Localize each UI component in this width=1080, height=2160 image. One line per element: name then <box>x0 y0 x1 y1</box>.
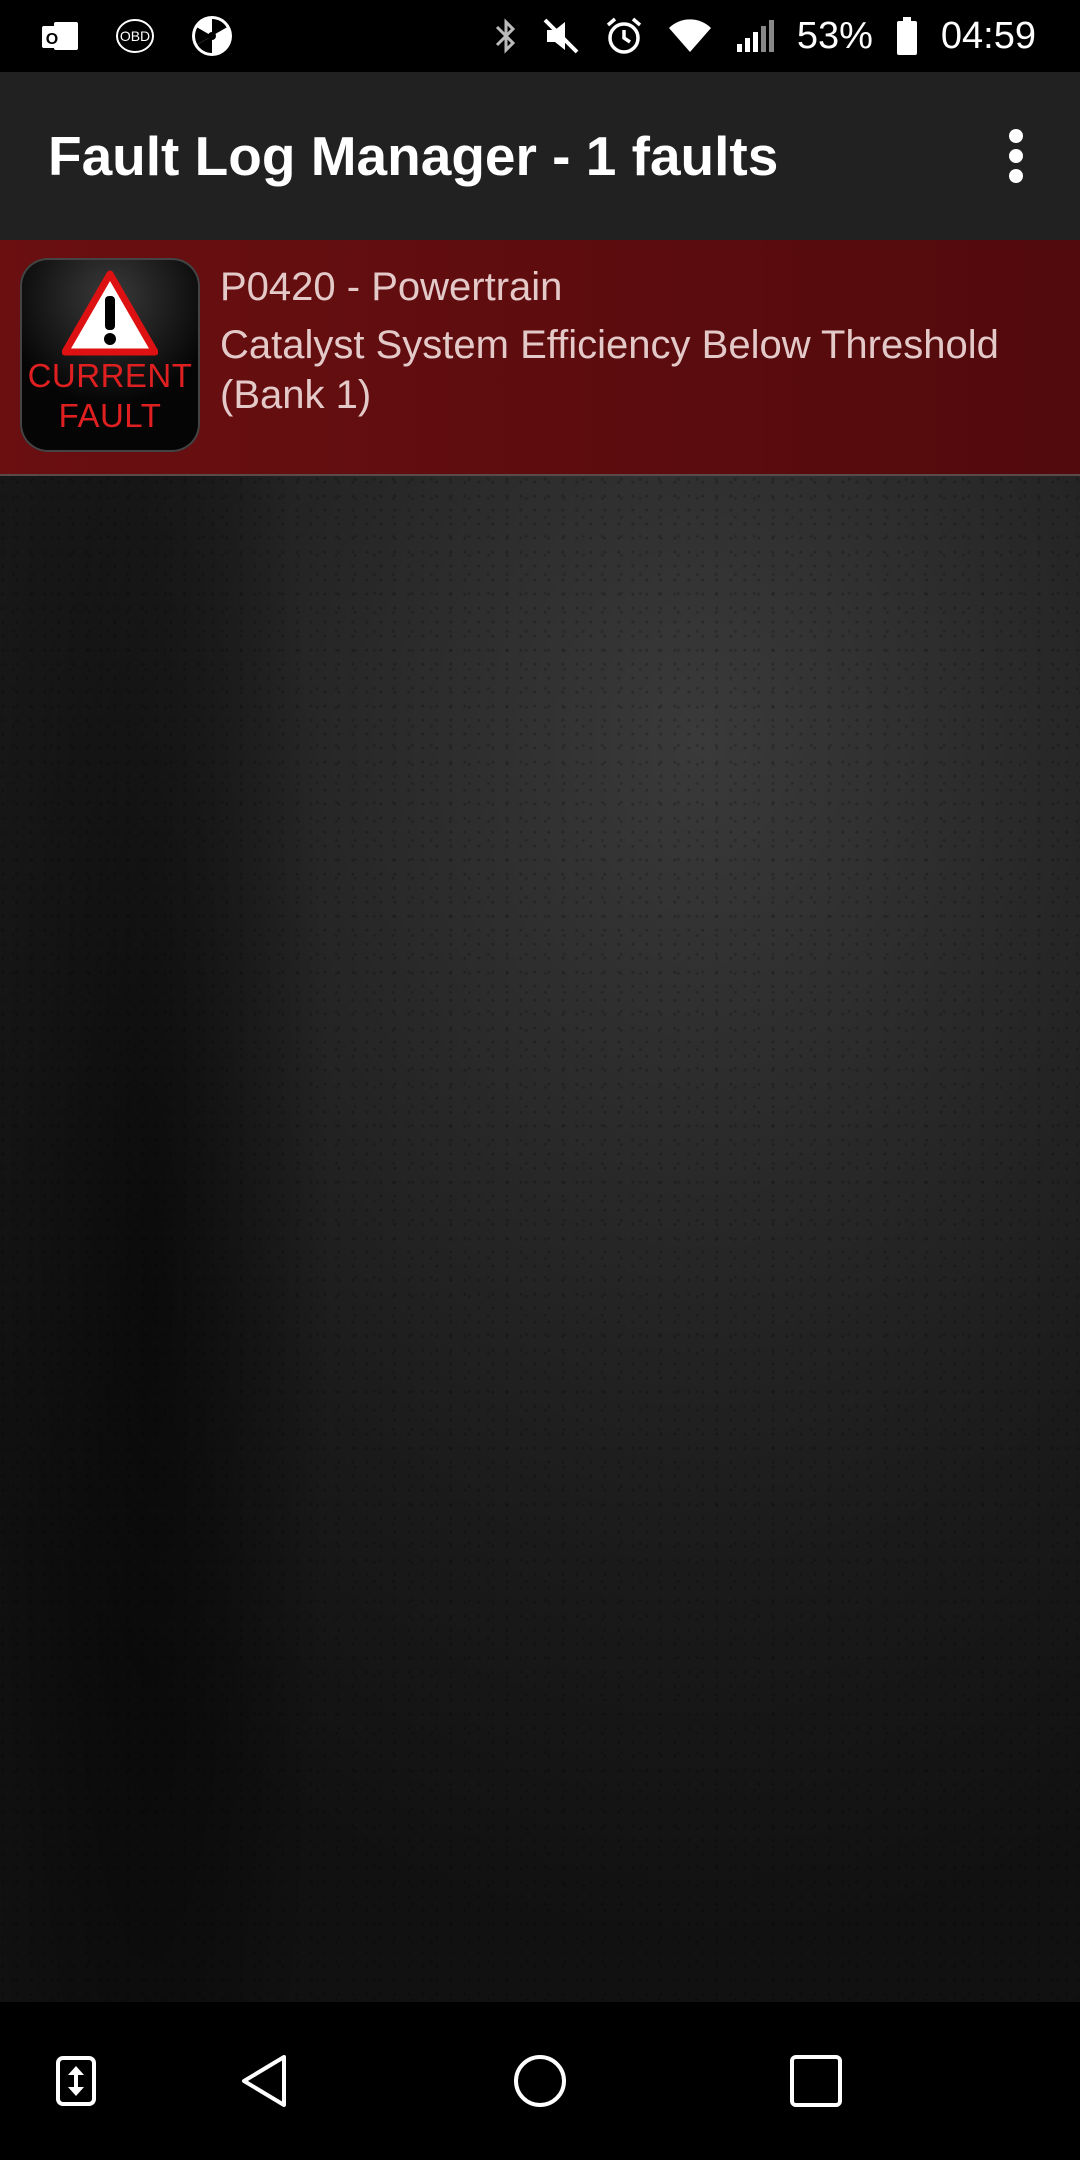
fault-list: CURRENT FAULT P0420 - Powertrain Catalys… <box>0 240 1080 2002</box>
status-left-icons: O OBD <box>0 14 234 58</box>
fault-text: P0420 - Powertrain Catalyst System Effic… <box>220 262 1080 420</box>
status-right-icons: 53% 04:59 <box>493 15 1080 58</box>
home-icon <box>514 2055 566 2107</box>
app-bar: Fault Log Manager - 1 faults <box>0 72 1080 240</box>
recents-icon <box>790 2055 842 2107</box>
status-bar: O OBD 53% 04:59 <box>0 0 1080 72</box>
svg-text:OBD: OBD <box>120 28 150 44</box>
more-vert-icon <box>1009 129 1023 183</box>
recents-button[interactable] <box>776 2002 856 2160</box>
screen-swap-button[interactable] <box>40 2002 112 2160</box>
overflow-menu-button[interactable] <box>976 106 1056 206</box>
warning-icon <box>62 270 158 356</box>
fault-list-item[interactable]: CURRENT FAULT P0420 - Powertrain Catalys… <box>0 240 1080 476</box>
page-title: Fault Log Manager - 1 faults <box>48 125 779 187</box>
radiation-icon <box>190 14 234 58</box>
battery-icon <box>895 16 919 56</box>
svg-text:O: O <box>46 31 58 48</box>
signal-icon <box>735 18 775 54</box>
home-button[interactable] <box>500 2002 580 2160</box>
battery-percent: 53% <box>796 14 873 57</box>
mute-icon <box>541 16 581 56</box>
nav-bar <box>0 2002 1080 2160</box>
fault-code: P0420 - Powertrain <box>220 265 563 309</box>
fault-description: Catalyst System Efficiency Below Thresho… <box>220 323 999 417</box>
obd-icon: OBD <box>114 16 156 56</box>
alarm-icon <box>603 15 645 57</box>
outlook-icon: O <box>40 18 80 54</box>
clock-time: 04:59 <box>940 14 1036 57</box>
badge-line1: CURRENT <box>27 357 193 394</box>
back-button[interactable] <box>224 2002 304 2160</box>
badge-line2: FAULT <box>58 397 162 434</box>
back-icon <box>242 2055 286 2107</box>
wifi-icon <box>667 18 713 54</box>
current-fault-badge: CURRENT FAULT <box>20 258 200 452</box>
screen-swap-icon <box>56 2056 96 2106</box>
bluetooth-icon <box>493 16 519 56</box>
